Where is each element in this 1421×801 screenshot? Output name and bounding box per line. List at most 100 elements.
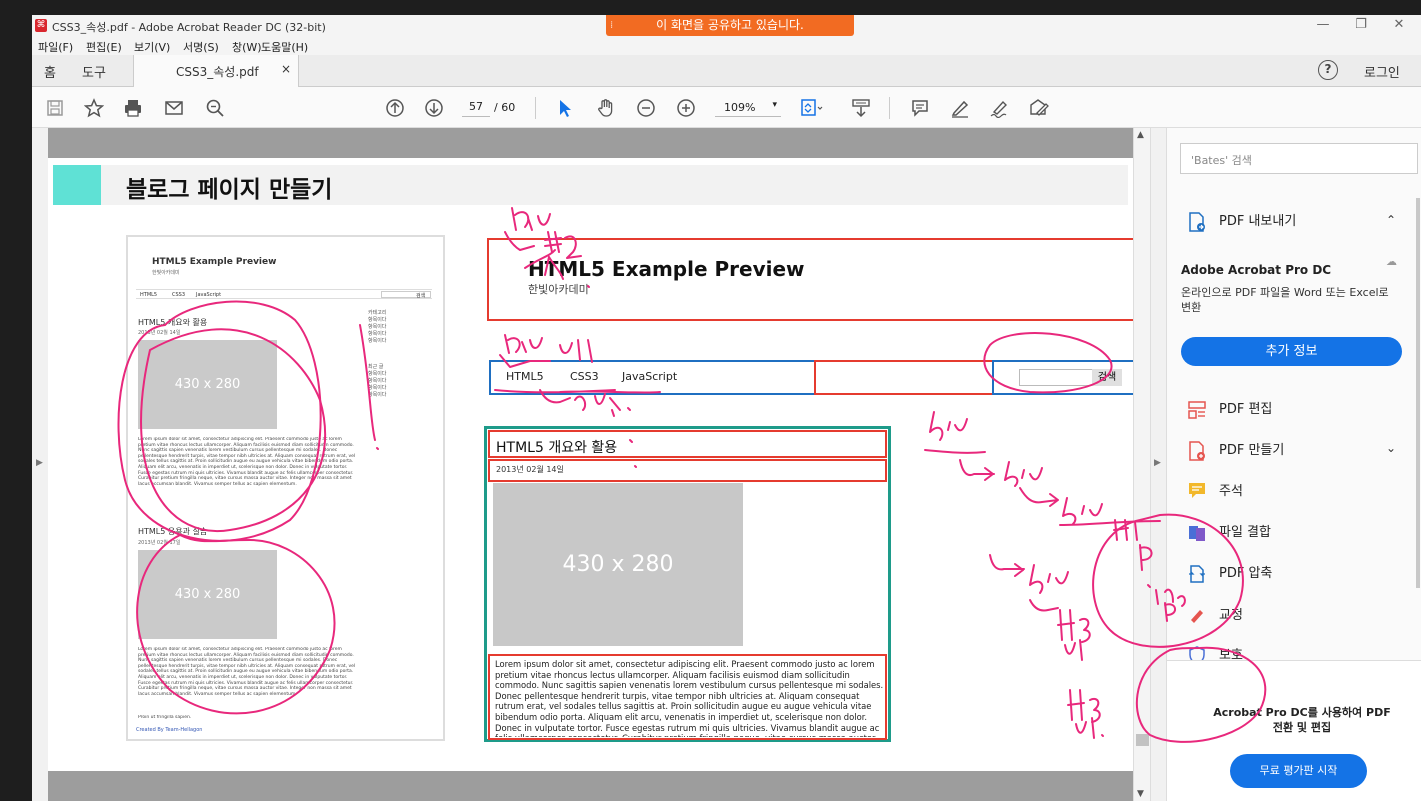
tool-redact-label: 교정 xyxy=(1219,608,1243,623)
document-viewport[interactable]: ▶ 블로그 페이지 만들기 HTML5 Example Preview 한빛아카… xyxy=(32,128,1150,801)
zoom-out-icon[interactable] xyxy=(634,96,658,120)
enlarged-nav-item: JavaScript xyxy=(622,370,678,383)
email-icon[interactable] xyxy=(162,96,186,120)
tool-compress-pdf[interactable]: PDF 압축 xyxy=(1187,562,1272,584)
tools-search-input[interactable]: 'Bates' 검색 xyxy=(1180,143,1418,174)
left-panel-toggle[interactable]: ▶ xyxy=(32,128,48,801)
sign-icon[interactable] xyxy=(988,96,1012,120)
thumb-side-item: 항목이다 xyxy=(368,324,387,330)
enlarged-nav-item: HTML5 xyxy=(506,370,544,383)
fit-page-icon[interactable] xyxy=(800,96,824,120)
thumb-side-item: 항목이다 xyxy=(368,338,387,344)
select-cursor-icon[interactable] xyxy=(553,96,577,120)
close-window-button[interactable]: ✕ xyxy=(1384,17,1414,32)
document-scrollbar[interactable]: ▲ ▼ xyxy=(1133,128,1150,801)
save-icon[interactable] xyxy=(43,96,67,120)
toolbar-divider xyxy=(535,97,536,119)
print-icon[interactable] xyxy=(121,96,145,120)
enlarged-header-subtitle: 한빛아카데미 xyxy=(528,283,589,296)
menu-help[interactable]: 도움말(H) xyxy=(261,39,308,55)
zoom-level-select[interactable]: 109% ▾ xyxy=(715,100,781,117)
menu-sign[interactable]: 서명(S) xyxy=(183,39,219,55)
thumb-article1-text: Lorem ipsum dolor sit amet, consectetur … xyxy=(138,437,356,487)
thumb-sidebar-categories: 카테고리 항목이다 항목이다 항목이다 항목이다 xyxy=(368,310,386,345)
compress-pdf-icon xyxy=(1187,564,1207,584)
help-icon[interactable]: ? xyxy=(1318,60,1338,80)
thumb-side-item: 항목이다 xyxy=(368,385,387,391)
tools-pane-scrollbar[interactable] xyxy=(1416,198,1420,588)
tool-export-pdf-label: PDF 내보내기 xyxy=(1219,214,1297,229)
close-tab-icon[interactable]: × xyxy=(281,62,291,76)
right-panel-toggle[interactable]: ▶ xyxy=(1150,128,1166,801)
thumb-footer: Created By Team-Hellagon xyxy=(136,727,203,733)
export-pdf-icon xyxy=(1187,211,1207,232)
tool-compress-pdf-label: PDF 압축 xyxy=(1219,566,1273,581)
fill-sign-icon[interactable] xyxy=(1027,96,1051,120)
page-top-band xyxy=(48,128,1133,158)
tool-comment[interactable]: 주석 xyxy=(1187,480,1243,502)
prev-page-icon[interactable] xyxy=(383,96,407,120)
bottom-promo-text: Acrobat Pro DC를 사용하여 PDF 전환 및 편집 xyxy=(1213,706,1391,734)
tool-combine-files[interactable]: 파일 결합 xyxy=(1187,521,1271,543)
thumb-title: HTML5 Example Preview xyxy=(152,257,277,267)
menu-window[interactable]: 창(W) xyxy=(232,39,262,55)
thumb-article2-title: HTML5 응용과 실습 xyxy=(138,527,208,536)
thumb-side-heading: 카테고리 xyxy=(368,310,387,316)
tool-export-pdf[interactable]: PDF 내보내기 xyxy=(1187,210,1296,232)
thumb-nav-item: HTML5 xyxy=(140,292,158,298)
zoom-level-value: 109% xyxy=(724,101,756,114)
chevron-up-icon[interactable]: ⌃ xyxy=(1386,213,1396,227)
title-bar: ⌘ CSS3_속성.pdf - Adobe Acrobat Reader DC … xyxy=(32,15,1421,37)
page-number-input[interactable]: 57 xyxy=(462,100,490,117)
scrollbar-thumb[interactable] xyxy=(1136,734,1149,746)
tool-edit-pdf[interactable]: PDF 편집 xyxy=(1187,398,1272,420)
promo-title: Adobe Acrobat Pro DC xyxy=(1181,263,1332,277)
thumb-image-placeholder: 430 x 280 xyxy=(138,340,277,429)
tab-document-label: CSS3_속성.pdf xyxy=(176,65,259,79)
tool-create-pdf-label: PDF 만들기 xyxy=(1219,443,1285,458)
menu-file[interactable]: 파일(F) xyxy=(38,39,73,55)
promo-description: 온라인으로 PDF 파일을 Word 또는 Excel로 변환 xyxy=(1181,286,1389,314)
zoom-in-icon[interactable] xyxy=(674,96,698,120)
example-page-thumbnail: HTML5 Example Preview 한빛아카데미 HTML5 CSS3 … xyxy=(126,235,445,741)
acrobat-window: ⌘ CSS3_속성.pdf - Adobe Acrobat Reader DC … xyxy=(32,15,1421,801)
bottom-promo: Acrobat Pro DC를 사용하여 PDF 전환 및 편집 무료 평가판 … xyxy=(1167,661,1421,801)
tool-redact[interactable]: 교정 xyxy=(1187,604,1243,626)
thumb-article1-title: HTML5 개요와 활용 xyxy=(138,318,208,327)
restore-button[interactable]: ❐ xyxy=(1346,17,1376,32)
thumb-nav: HTML5 CSS3 JavaScript 검색 xyxy=(136,289,432,299)
pdf-page: 블로그 페이지 만들기 HTML5 Example Preview 한빛아카데미… xyxy=(48,128,1141,801)
drag-grip-icon[interactable]: ⁞ xyxy=(610,15,613,36)
comment-icon[interactable] xyxy=(908,96,932,120)
combine-files-icon xyxy=(1187,523,1207,543)
acrobat-logo-icon: ⌘ xyxy=(35,19,47,32)
bookmark-star-icon[interactable] xyxy=(82,96,106,120)
menu-edit[interactable]: 편집(E) xyxy=(86,39,122,55)
tab-home[interactable]: 홈 xyxy=(44,62,56,81)
enlarged-header-box: HTML5 Example Preview 한빛아카데미 xyxy=(487,238,1141,321)
enlarged-article-text: Lorem ipsum dolor sit amet, consectetur … xyxy=(495,659,884,737)
more-info-button[interactable]: 추가 정보 xyxy=(1181,337,1402,366)
search-zoom-icon[interactable] xyxy=(203,96,227,120)
screen-share-banner[interactable]: ⁞ 이 화면을 공유하고 있습니다. xyxy=(606,15,854,36)
scroll-mode-icon[interactable] xyxy=(849,96,873,120)
menu-bar: 파일(F) 편집(E) 보기(V) 서명(S) 창(W) 도움말(H) xyxy=(32,37,1421,55)
hand-tool-icon[interactable] xyxy=(594,96,618,120)
scroll-up-icon[interactable]: ▲ xyxy=(1137,130,1144,140)
tab-tools[interactable]: 도구 xyxy=(82,62,106,81)
login-link[interactable]: 로그인 xyxy=(1364,62,1400,81)
free-trial-button[interactable]: 무료 평가판 시작 xyxy=(1230,754,1367,788)
tool-comment-label: 주석 xyxy=(1219,484,1243,499)
tool-create-pdf[interactable]: PDF 만들기 xyxy=(1187,439,1284,461)
scroll-down-icon[interactable]: ▼ xyxy=(1137,789,1144,799)
menu-view[interactable]: 보기(V) xyxy=(134,39,170,55)
chevron-right-icon[interactable]: ▶ xyxy=(36,458,43,468)
minimize-button[interactable]: — xyxy=(1308,17,1338,32)
highlight-pen-icon[interactable] xyxy=(948,96,972,120)
chevron-right-icon[interactable]: ▶ xyxy=(1154,458,1161,468)
tab-document[interactable]: CSS3_속성.pdf × xyxy=(133,55,299,87)
chevron-down-icon[interactable]: ⌄ xyxy=(1386,441,1396,455)
next-page-icon[interactable] xyxy=(422,96,446,120)
enlarged-article-date: 2013년 02월 14일 xyxy=(496,465,564,474)
chevron-down-icon: ▾ xyxy=(772,100,777,110)
